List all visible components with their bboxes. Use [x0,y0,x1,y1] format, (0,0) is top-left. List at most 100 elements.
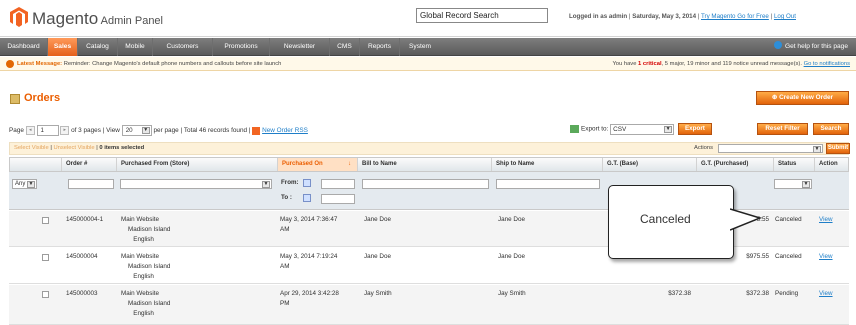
order-number: 145000003 [66,290,98,297]
nav-reports[interactable]: Reports [360,38,400,56]
next-page-icon[interactable]: ▸ [60,126,70,135]
store-filter-select[interactable]: ▼ [120,179,272,189]
callout-pointer [730,208,763,231]
view-link[interactable]: View [819,289,833,299]
col-purchased-on[interactable]: Purchased On ↓ [278,158,358,171]
row-checkbox[interactable] [42,254,49,261]
ship-to-filter[interactable] [496,179,600,189]
nav-sales[interactable]: Sales [48,38,78,56]
export-format-select[interactable]: CSV ▼ [610,123,675,135]
notice-bar: Latest Message: Reminder: Change Magento… [0,57,856,71]
callout-box: Canceled [608,185,734,259]
col-ship-to[interactable]: Ship to Name [492,158,603,171]
admin-header: Magento Admin Panel Global Record Search… [0,0,856,37]
go-to-notifications-link[interactable]: Go to notifications [804,61,850,67]
row-checkbox[interactable] [42,291,49,298]
col-action: Action [819,161,838,167]
order-number: 145000004-1 [66,216,104,223]
orders-icon [10,94,20,104]
export-button[interactable]: Export [677,123,712,135]
help-icon [773,41,782,49]
pager: Page ◂ 1 ▸ of 3 pages | View 20 ▼ per pag… [9,125,308,136]
create-new-order-button[interactable]: ⊕ Create New Order [756,91,849,105]
date-to-input[interactable] [321,194,355,204]
chevron-down-icon: ▼ [262,181,270,188]
nav-mobile[interactable]: Mobile [118,38,153,56]
view-link[interactable]: View [819,252,833,262]
chevron-down-icon: ▼ [802,181,810,188]
notice-message: Latest Message: Reminder: Change Magento… [17,61,282,67]
table-header: Order # Purchased From (Store) Purchased… [9,157,849,172]
chevron-down-icon: ▼ [813,146,821,153]
page-title: Orders [24,92,61,104]
col-status[interactable]: Status [774,158,815,171]
row-checkbox[interactable] [42,217,49,224]
prev-page-icon[interactable]: ◂ [25,126,35,135]
chevron-down-icon: ▼ [664,125,673,133]
bill-to-name: Jay Smith [364,290,392,297]
store-name: Main Website Madison Island English [121,253,171,280]
bill-to-name: Jane Doe [364,253,391,260]
rss-icon [252,126,261,135]
notice-counts: You have 1 critical, 5 major, 19 minor a… [612,61,850,67]
ship-to-name: Jane Doe [498,253,525,260]
actions-select[interactable]: ▼ [718,144,823,153]
col-gt-base[interactable]: G.T. (Base) [603,158,697,171]
ship-to-name: Jane Doe [498,216,525,223]
nav-customers[interactable]: Customers [153,38,213,56]
chevron-down-icon: ▼ [141,127,150,134]
calendar-icon[interactable] [303,179,311,187]
store-name: Main Website Madison Island English [121,290,171,317]
per-page-select[interactable]: 20 ▼ [121,125,152,136]
search-button[interactable]: Search [813,123,849,135]
global-search-input[interactable]: Global Record Search [416,8,548,23]
col-checkbox [10,158,62,171]
nav-newsletter[interactable]: Newsletter [270,38,330,56]
nav-system[interactable]: System [400,38,440,56]
export-icon [570,125,579,133]
store-name: Main Website Madison Island English [121,216,171,243]
purchased-on: May 3, 2014 7:19:24 AM [280,253,338,270]
order-number-filter[interactable] [68,179,114,189]
export-controls: Export to: CSV ▼ Export [570,123,712,135]
status: Pending [775,290,799,297]
calendar-icon[interactable] [303,194,311,202]
new-order-rss-link[interactable]: New Order RSS [262,127,308,134]
status-filter-select[interactable]: ▼ [774,179,812,189]
current-date: Saturday, May 3, 2014 [632,13,697,20]
view-link[interactable]: View [819,215,833,225]
logout-link[interactable]: Log Out [774,13,796,20]
sort-desc-icon: ↓ [348,161,351,167]
magento-logo-icon [10,7,28,27]
table-row[interactable]: 145000003 Main Website Madison Island En… [9,285,849,325]
col-bill-to[interactable]: Bill to Name [358,158,492,171]
warning-icon [6,60,14,68]
bill-to-name: Jane Doe [364,216,391,223]
col-purchased-from[interactable]: Purchased From (Store) [117,158,278,171]
logged-in-text: Logged in as admin [569,13,628,20]
logo-text[interactable]: Magento Admin Panel [32,9,163,29]
mass-action-bar: Select Visible | Unselect Visible | 0 it… [9,142,850,155]
try-magento-link[interactable]: Try Magento Go for Free [701,13,769,20]
reset-filter-button[interactable]: Reset Filter [757,123,808,135]
order-number: 145000004 [66,253,98,260]
date-from-input[interactable] [321,179,355,189]
select-visible-link[interactable]: Select Visible [14,145,49,151]
nav-dashboard[interactable]: Dashboard [0,38,48,56]
nav-catalog[interactable]: Catalog [78,38,118,56]
callout-text: Canceled [640,212,691,226]
any-filter-select[interactable]: Any ▼ [12,179,37,189]
submit-button[interactable]: Submit [826,143,850,154]
col-gt-purchased[interactable]: G.T. (Purchased) [697,158,774,171]
items-selected-count: 0 items selected [99,145,145,151]
help-link[interactable]: Get help for this page [773,38,848,56]
unselect-visible-link[interactable]: Unselect Visible [53,145,94,151]
purchased-on: May 3, 2014 7:36:47 AM [280,216,338,233]
col-order-number[interactable]: Order # [62,158,117,171]
nav-cms[interactable]: CMS [330,38,360,56]
page-input[interactable]: 1 [36,125,59,136]
bill-to-filter[interactable] [362,179,489,189]
nav-promotions[interactable]: Promotions [213,38,270,56]
gt-base: $372.38 [668,290,691,297]
chevron-down-icon: ▼ [27,181,35,188]
